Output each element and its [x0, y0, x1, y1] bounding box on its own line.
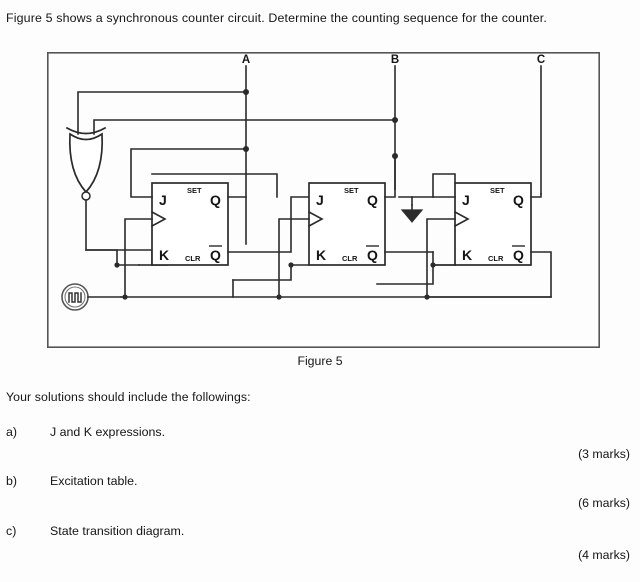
- junction-dot-clk3: [424, 294, 430, 300]
- ff3-k-label: K: [462, 247, 472, 263]
- exam-question-page: Figure 5 shows a synchronous counter cir…: [0, 0, 640, 582]
- wire-to-j3-top: [432, 173, 456, 198]
- ff3-qbar-label: Q: [513, 247, 524, 263]
- wire-k3-bus: [376, 264, 434, 285]
- junction-dot-k3: [430, 262, 436, 268]
- ground-symbol: [400, 209, 424, 223]
- xnor-gate-body: [68, 132, 104, 194]
- solutions-intro: Your solutions should include the follow…: [6, 390, 251, 404]
- ff1-clr-label: CLR: [185, 254, 201, 263]
- xnor-gate-bubble: [81, 191, 91, 201]
- ff2-j-label: J: [316, 192, 324, 208]
- wire-q2-out: [384, 155, 396, 198]
- wire-clk1: [124, 218, 153, 298]
- question-statement: Figure 5 shows a synchronous counter cir…: [6, 11, 547, 25]
- solution-item-c-marks: (4 marks): [578, 548, 630, 562]
- junction-dot-k1: [114, 262, 120, 268]
- ff2-k-label: K: [316, 247, 326, 263]
- wire-q2bar-to-k3: [432, 251, 456, 266]
- junction-dot-clk1: [122, 294, 128, 300]
- wire-gate-output: [85, 199, 153, 251]
- wire-q1bar-to-j2: [227, 196, 310, 253]
- wire-q3-out: [530, 193, 542, 198]
- solution-item-b-marks: (6 marks): [578, 496, 630, 510]
- wire-k1-from-gate: [85, 249, 118, 266]
- figure-5-circuit-diagram: A B C J SET Q K CLR Q J SET Q K CLR Q J …: [47, 52, 600, 348]
- solution-item-a-marks: (3 marks): [578, 447, 630, 461]
- wire-clk2: [278, 218, 310, 298]
- solution-item-b-label: b): [6, 474, 18, 488]
- ff1-q-label: Q: [210, 192, 221, 208]
- signal-label-a: A: [242, 54, 250, 66]
- ff2-qbar-label: Q: [367, 247, 378, 263]
- ff2-clr-label: CLR: [342, 254, 358, 263]
- junction-dot-clk2: [276, 294, 282, 300]
- solution-item-b-text: Excitation table.: [50, 474, 138, 488]
- ff1-qbar-label: Q: [210, 247, 221, 263]
- xnor-gate-back-curve: [65, 126, 107, 135]
- wire-clk3: [426, 218, 456, 298]
- ff2-set-label: SET: [344, 186, 359, 195]
- circuit-schematic: A B C J SET Q K CLR Q J SET Q K CLR Q J …: [47, 52, 600, 348]
- ff3-q-label: Q: [513, 192, 524, 208]
- signal-label-b: B: [391, 54, 399, 66]
- junction-dot-k2: [288, 262, 294, 268]
- solution-item-b: b) Excitation table.: [6, 474, 137, 488]
- ff1-j-label: J: [159, 192, 167, 208]
- solution-item-a: a) J and K expressions.: [6, 425, 165, 439]
- ff1-set-label: SET: [187, 186, 202, 195]
- wire-k2-bus: [232, 264, 292, 281]
- ff1-k-label: K: [159, 247, 169, 263]
- ff3-clr-label: CLR: [488, 254, 504, 263]
- solution-item-c: c) State transition diagram.: [6, 524, 184, 538]
- ff3-j-label: J: [462, 192, 470, 208]
- ff2-q-label: Q: [367, 192, 378, 208]
- ff3-set-label: SET: [490, 186, 505, 195]
- wire-gate-input-2: [93, 119, 396, 135]
- figure-caption: Figure 5: [297, 354, 343, 368]
- wire-gate-input-1: [77, 91, 247, 135]
- solution-item-c-text: State transition diagram.: [50, 524, 185, 538]
- solution-item-a-text: J and K expressions.: [50, 425, 166, 439]
- solution-item-c-label: c): [6, 524, 17, 538]
- signal-label-c: C: [537, 54, 545, 66]
- solution-item-a-label: a): [6, 425, 18, 439]
